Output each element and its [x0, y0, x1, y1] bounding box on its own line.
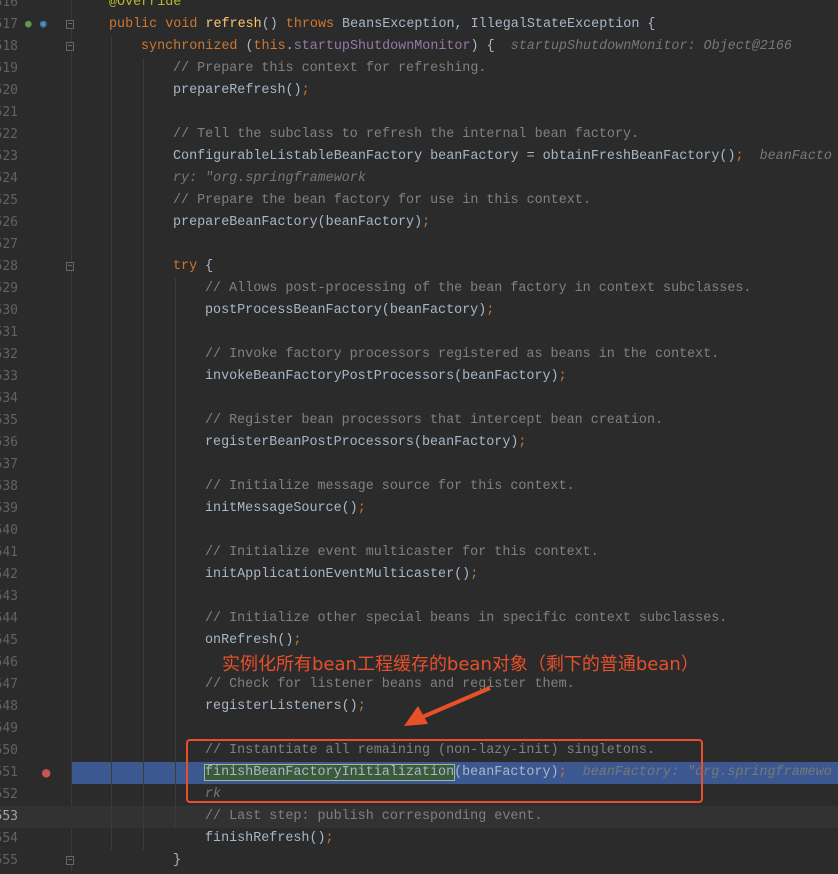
- annotation-highlight-box: [186, 739, 703, 803]
